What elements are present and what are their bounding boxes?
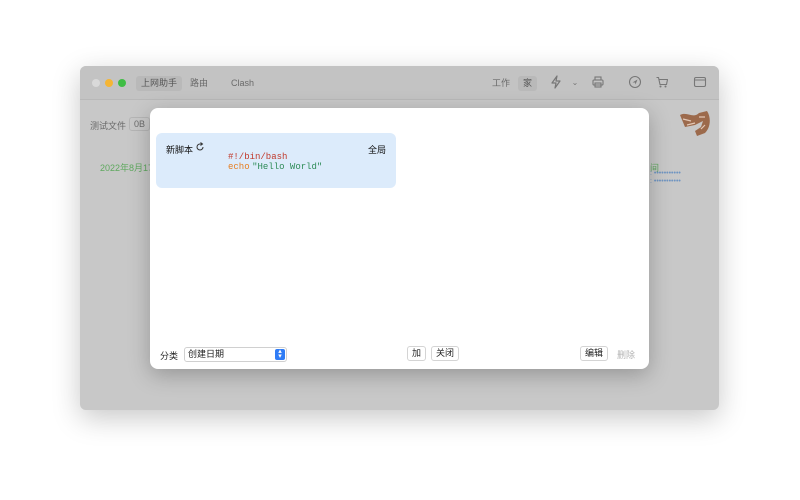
titlebar: 上网助手 路由 Clash 工作 家 ⌄ bbox=[80, 66, 719, 100]
masked-value-2: : ••••••••••• bbox=[650, 178, 681, 185]
sort-select-value: 创建日期 bbox=[188, 349, 225, 359]
close-window-button[interactable] bbox=[92, 79, 100, 87]
tab-assistant[interactable]: 上网助手 bbox=[136, 76, 183, 91]
script-scope: 全局 bbox=[367, 145, 386, 155]
minimize-window-button[interactable] bbox=[105, 79, 113, 87]
tab-router[interactable]: 路由 bbox=[185, 76, 213, 91]
code-echo-keyword: echo bbox=[228, 162, 250, 172]
edit-button[interactable]: 编辑 bbox=[580, 346, 609, 361]
test-file-label: 测试文件 bbox=[90, 121, 127, 131]
script-title: 新脚本 bbox=[166, 145, 194, 155]
add-button[interactable]: 加 bbox=[407, 346, 427, 361]
tab-clash[interactable]: Clash bbox=[226, 76, 259, 91]
code-string: "Hello World" bbox=[252, 162, 323, 172]
sort-select[interactable]: 创建日期 ▴ ▾ bbox=[184, 347, 287, 362]
updown-chevron-icon: ▴ ▾ bbox=[275, 348, 285, 360]
refresh-icon[interactable] bbox=[195, 142, 205, 154]
clash-logo-icon bbox=[677, 109, 713, 141]
mode-work[interactable]: 工作 bbox=[487, 76, 515, 91]
bolt-icon[interactable] bbox=[548, 75, 564, 91]
chevron-down-icon[interactable]: ⌄ bbox=[567, 75, 583, 91]
script-sheet: 新脚本 全局 #!/bin/bash echo "Hello World" 分类… bbox=[150, 108, 649, 369]
zoom-window-button[interactable] bbox=[118, 79, 126, 87]
mode-home[interactable]: 家 bbox=[518, 76, 538, 91]
masked-value-1: : ••••••••••• bbox=[650, 170, 681, 177]
test-file-value: 0B bbox=[129, 117, 151, 131]
cart-icon[interactable] bbox=[654, 75, 670, 91]
window-icon[interactable] bbox=[692, 75, 708, 91]
close-button[interactable]: 关闭 bbox=[431, 346, 460, 361]
code-line-2: echo "Hello World" bbox=[228, 161, 322, 172]
delete-button[interactable]: 删除 bbox=[617, 348, 635, 361]
category-label: 分类 bbox=[160, 351, 179, 361]
script-card[interactable]: 新脚本 全局 #!/bin/bash echo "Hello World" bbox=[156, 133, 396, 188]
navigation-icon[interactable] bbox=[627, 75, 643, 91]
printer-icon[interactable] bbox=[590, 75, 606, 91]
